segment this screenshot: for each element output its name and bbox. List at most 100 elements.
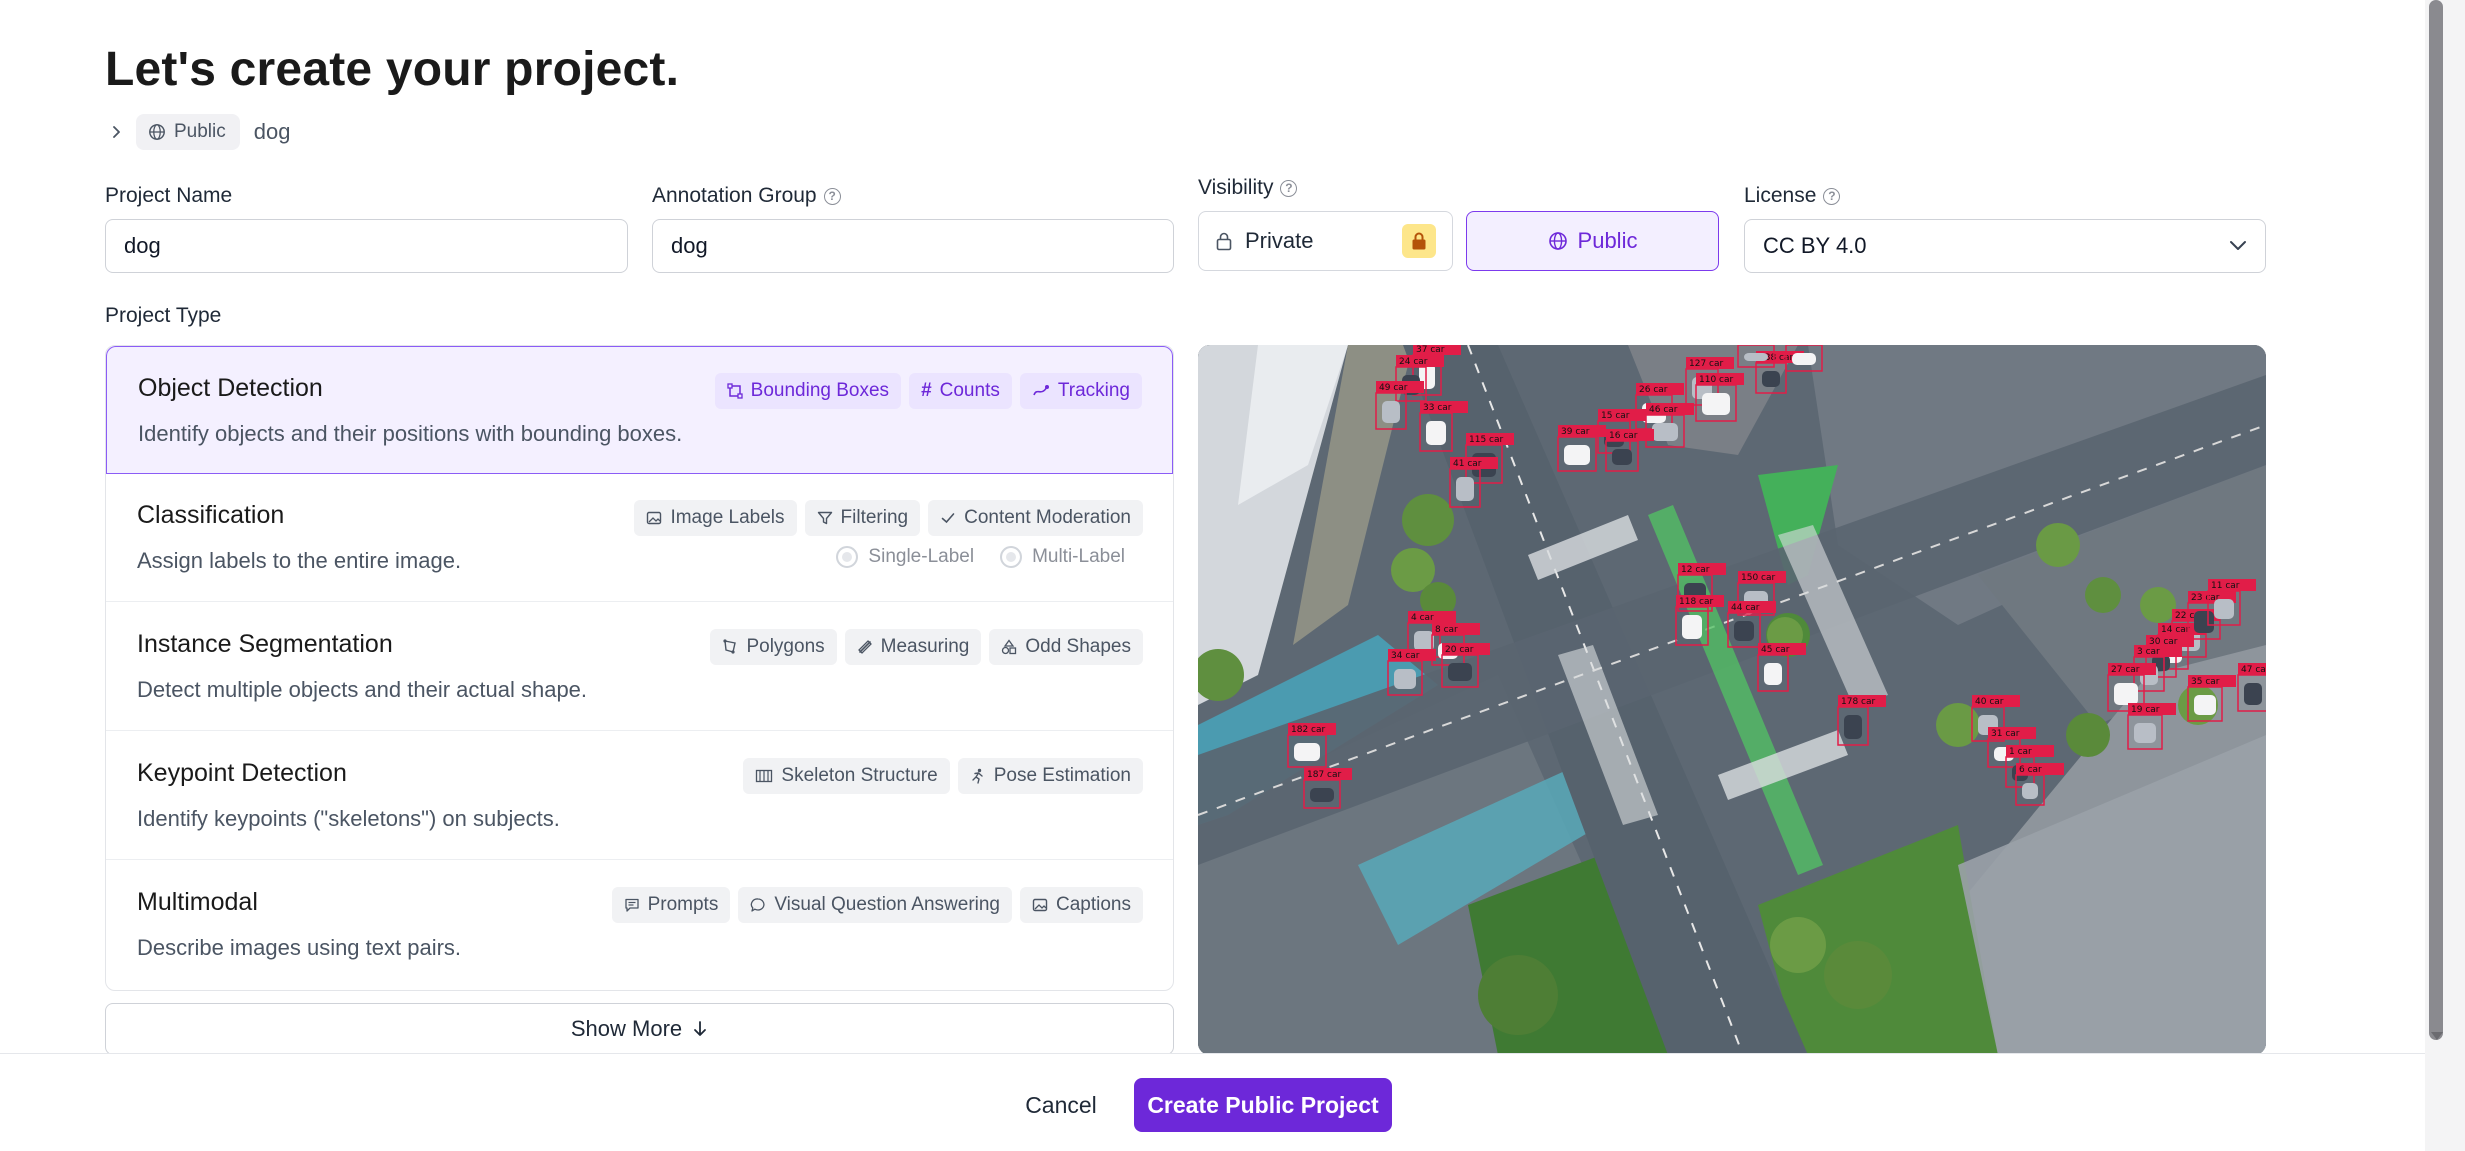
tag-captions: Captions: [1020, 887, 1143, 923]
project-type-instance-segmentation[interactable]: Instance Segmentation Polygons Measuring…: [106, 603, 1173, 731]
box-label: 26 car: [1639, 385, 1668, 395]
box-label: 16 car: [1609, 431, 1638, 441]
box-label: 39 car: [1561, 427, 1590, 437]
help-icon[interactable]: ?: [823, 187, 841, 205]
project-name-input[interactable]: dog: [105, 219, 628, 273]
label-mode-options: Single-Label Multi-Label: [836, 546, 1125, 568]
box-label: 49 car: [1379, 383, 1408, 393]
page-title: Let's create your project.: [105, 43, 680, 96]
help-icon[interactable]: ?: [1823, 187, 1841, 205]
box-label: 150 car: [1741, 573, 1776, 583]
box-label: 3 car: [2137, 647, 2160, 657]
box-label: 47 car: [2241, 665, 2266, 675]
polygon-icon: [723, 639, 737, 654]
breadcrumb-project-name: dog: [253, 119, 291, 144]
tag-bounding-boxes: Bounding Boxes: [714, 373, 902, 409]
car-shape: [1764, 663, 1782, 685]
project-type-title: Instance Segmentation: [137, 630, 393, 658]
chevron-right-icon[interactable]: [108, 123, 126, 141]
tag-list: Prompts Visual Question Answering Captio…: [611, 887, 1143, 923]
car-shape: [1792, 353, 1816, 365]
cancel-button[interactable]: Cancel: [1020, 1078, 1102, 1132]
radio-dot: [1000, 546, 1023, 568]
box-label: 178 car: [1841, 697, 1876, 707]
car-shape: [2194, 611, 2214, 633]
scroll-down-arrow-icon[interactable]: [2427, 1026, 2447, 1046]
breadcrumb: Public dog: [108, 114, 290, 150]
car-shape: [1448, 663, 1472, 681]
message-square-icon: [624, 898, 639, 912]
car-shape: [1702, 393, 1730, 415]
tag-pose-estimation: Pose Estimation: [957, 758, 1143, 794]
project-type-title: Object Detection: [138, 374, 323, 402]
bounding-box-icon: [727, 383, 743, 399]
project-type-object-detection[interactable]: Object Detection Bounding Boxes # Counts…: [106, 346, 1173, 474]
tag-label: Pose Estimation: [993, 765, 1131, 786]
show-more-button[interactable]: Show More: [105, 1003, 1174, 1055]
car-shape: [1762, 371, 1780, 387]
box-label: 4 car: [1411, 613, 1434, 623]
car-shape: [1394, 669, 1416, 689]
visibility-private-button[interactable]: Private: [1198, 211, 1453, 271]
project-type-description: Detect multiple objects and their actual…: [137, 677, 588, 702]
filter-icon: [817, 511, 832, 525]
lock-icon: [1216, 232, 1232, 251]
tag-prompts: Prompts: [611, 887, 731, 923]
car-shape: [1844, 715, 1862, 739]
box-label: 34 car: [1391, 651, 1420, 661]
annotation-group-label: Annotation Group ?: [652, 184, 841, 208]
box-label: 127 car: [1689, 359, 1724, 369]
project-type-list: Object Detection Bounding Boxes # Counts…: [105, 345, 1174, 991]
tag-label: Prompts: [647, 894, 719, 915]
car-shape: [2022, 783, 2038, 799]
project-type-classification[interactable]: Classification Image Labels Filtering Co…: [106, 474, 1173, 602]
tag-filtering: Filtering: [804, 500, 921, 536]
box-label: 31 car: [1991, 729, 2020, 739]
box-label: 6 car: [2019, 765, 2042, 775]
tag-list: Image Labels Filtering Content Moderatio…: [634, 500, 1143, 536]
tag-counts: # Counts: [909, 373, 1012, 409]
car-shape: [1682, 615, 1702, 639]
single-label-radio[interactable]: Single-Label: [836, 546, 974, 568]
image-icon: [647, 511, 662, 525]
annotation-group-input[interactable]: dog: [652, 219, 1174, 273]
box-label: 15 car: [1601, 411, 1630, 421]
project-type-title: Multimodal: [137, 888, 258, 916]
help-icon[interactable]: ?: [1280, 179, 1298, 197]
car-shape: [1310, 788, 1334, 802]
chevron-down-icon: [2230, 241, 2246, 250]
message-circle-icon: [751, 898, 765, 912]
project-name-value: dog: [124, 233, 161, 258]
arrow-down-icon: [694, 1021, 707, 1036]
show-more-label: Show More: [570, 1016, 683, 1041]
project-type-keypoint-detection[interactable]: Keypoint Detection Skeleton Structure Po…: [106, 732, 1173, 860]
tag-label: Skeleton Structure: [781, 765, 938, 786]
tag-polygons: Polygons: [710, 629, 837, 665]
project-type-multimodal[interactable]: Multimodal Prompts Visual Question Answe…: [106, 861, 1173, 989]
license-label-text: License: [1744, 184, 1817, 207]
license-select[interactable]: CC BY 4.0: [1744, 219, 2266, 273]
example-preview-image: 37 car 24 car 49 car 33 car 115 car 41 car 26 …: [1198, 345, 2266, 1055]
box-label: 8 car: [1435, 625, 1458, 635]
tag-label: Image Labels: [670, 507, 785, 528]
project-type-label-text: Project Type: [105, 304, 222, 327]
box-label: 24 car: [1399, 357, 1428, 367]
car-shape: [1564, 445, 1590, 465]
project-name-label: Project Name: [105, 184, 232, 208]
tag-skeleton-structure: Skeleton Structure: [743, 758, 950, 794]
car-shape: [1612, 449, 1632, 465]
multi-label-radio[interactable]: Multi-Label: [1000, 546, 1125, 568]
box-label: 115 car: [1469, 435, 1504, 445]
create-project-button[interactable]: Create Public Project: [1134, 1078, 1392, 1132]
box-label: 20 car: [1445, 645, 1474, 655]
tag-label: Measuring: [880, 636, 970, 657]
visibility-public-button[interactable]: Public: [1466, 211, 1719, 271]
scrollbar-thumb[interactable]: [2429, 0, 2443, 1040]
car-shape: [1744, 353, 1768, 361]
tag-label: Tracking: [1057, 380, 1130, 401]
car-shape: [2214, 599, 2234, 619]
license-label: License ?: [1744, 184, 1841, 208]
check-icon: [941, 513, 955, 524]
shapes-icon: [1002, 639, 1017, 655]
tag-label: Content Moderation: [964, 507, 1131, 528]
